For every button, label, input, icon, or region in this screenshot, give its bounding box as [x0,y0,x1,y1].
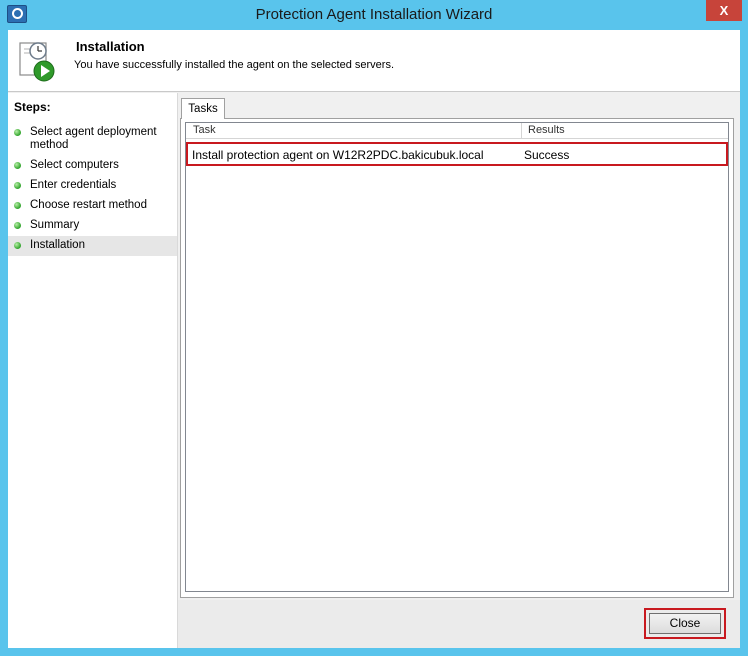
step-select-computers[interactable]: Select computers [8,156,177,176]
step-label: Select agent deployment method [30,126,157,151]
table-header: Task Results [186,123,728,139]
table-row[interactable]: Install protection agent on W12R2PDC.bak… [186,142,728,166]
steps-panel: Steps: Select agent deployment method Se… [8,93,178,648]
wizard-window: Protection Agent Installation Wizard X I… [0,0,748,656]
page-subtitle: You have successfully installed the agen… [74,59,395,71]
tab-tasks[interactable]: Tasks [181,98,225,119]
step-installation[interactable]: Installation [8,236,177,256]
step-complete-icon [14,182,21,189]
step-complete-icon [14,162,21,169]
task-cell: Install protection agent on W12R2PDC.bak… [192,148,484,162]
step-label: Enter credentials [30,179,117,191]
step-label: Installation [30,239,85,251]
step-choose-restart-method[interactable]: Choose restart method [8,196,177,216]
result-cell: Success [524,148,570,162]
column-divider[interactable] [521,123,522,139]
page-title: Installation [76,39,145,54]
step-label: Summary [30,219,80,231]
wizard-header: Installation You have successfully insta… [8,30,740,92]
wizard-client-area: Installation You have successfully insta… [8,30,740,648]
step-complete-icon [14,129,21,136]
window-title: Protection Agent Installation Wizard [255,6,493,23]
close-button[interactable]: Close [649,613,721,634]
step-summary[interactable]: Summary [8,216,177,236]
steps-title: Steps: [14,100,51,114]
step-label: Choose restart method [30,199,147,211]
column-header-task[interactable]: Task [193,124,216,136]
step-complete-icon [14,242,21,249]
step-complete-icon [14,202,21,209]
step-label: Select computers [30,159,119,171]
footer-bar: Close [178,600,740,648]
steps-list: Select agent deployment method Select co… [8,123,177,256]
title-bar[interactable]: Protection Agent Installation Wizard X [0,0,748,30]
close-button-highlight: Close [644,608,726,639]
step-complete-icon [14,222,21,229]
step-select-agent-deployment-method[interactable]: Select agent deployment method [8,123,177,156]
tasks-table[interactable]: Task Results Install protection agent on… [185,122,729,592]
schedule-play-icon [19,42,55,82]
column-header-results[interactable]: Results [528,124,565,136]
tasks-tab-panel: Task Results Install protection agent on… [180,118,734,598]
step-enter-credentials[interactable]: Enter credentials [8,176,177,196]
window-close-button[interactable]: X [706,0,742,21]
